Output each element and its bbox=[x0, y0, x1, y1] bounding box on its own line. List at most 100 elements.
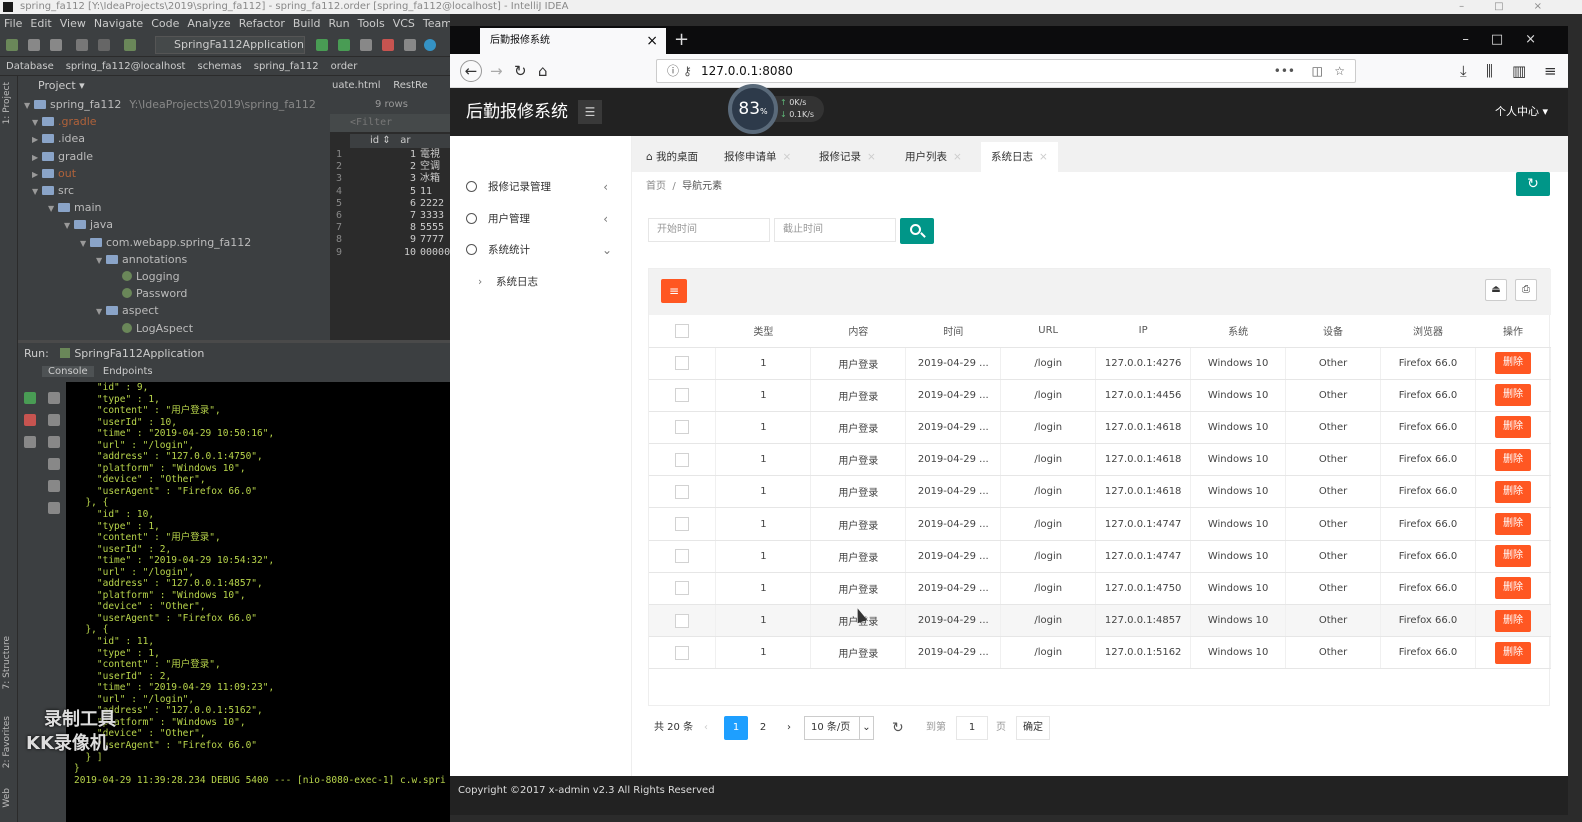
tree-node[interactable]: Password bbox=[112, 285, 187, 302]
stop-icon[interactable] bbox=[382, 39, 394, 51]
close-tab-icon[interactable]: × bbox=[1039, 151, 1048, 163]
close-tab-icon[interactable]: × bbox=[646, 28, 658, 54]
next-page-icon[interactable]: › bbox=[780, 716, 798, 740]
menu-item-edit[interactable]: Edit bbox=[26, 17, 55, 30]
table-row[interactable]: 1 用户登录 2019-04-29 .../login 127.0.0.1:4750 W… bbox=[649, 572, 1552, 606]
favorites-tool-label[interactable]: 2: Favorites bbox=[2, 716, 12, 768]
delete-button[interactable]: 删除 bbox=[1494, 416, 1531, 439]
trash-icon[interactable] bbox=[48, 502, 60, 514]
home-icon[interactable]: ⌂ bbox=[538, 61, 548, 81]
pocket-icon[interactable]: ◫ bbox=[1312, 60, 1323, 82]
db-row[interactable]: 8 9 7777 bbox=[330, 234, 450, 246]
menu-item-code[interactable]: Code bbox=[147, 17, 183, 30]
tree-expand-icon[interactable]: ▼ bbox=[96, 303, 106, 320]
refresh-button[interactable]: ↻ bbox=[1516, 172, 1550, 196]
select-all-checkbox[interactable] bbox=[675, 323, 690, 338]
tree-node[interactable]: ▶ .idea bbox=[32, 130, 85, 147]
tree-node[interactable]: ▶ out bbox=[32, 165, 76, 182]
close-tab-icon[interactable]: × bbox=[783, 151, 792, 163]
run-config-select[interactable]: SpringFa112Application ▾ bbox=[155, 36, 305, 67]
db-row[interactable]: 6 7 3333 bbox=[330, 210, 450, 222]
delete-button[interactable]: 删除 bbox=[1494, 352, 1531, 375]
row-checkbox[interactable] bbox=[675, 452, 690, 467]
stop-icon[interactable] bbox=[24, 414, 36, 426]
table-row[interactable]: 1 用户登录 2019-04-29 .../login 127.0.0.1:4276 W… bbox=[649, 347, 1552, 380]
tree-expand-icon[interactable]: ▶ bbox=[32, 149, 42, 166]
menu-item-file[interactable]: File bbox=[0, 17, 26, 30]
row-checkbox[interactable] bbox=[675, 420, 690, 435]
rerun-icon[interactable] bbox=[24, 392, 36, 404]
tree-expand-icon[interactable]: ▶ bbox=[32, 131, 42, 148]
save-icon[interactable] bbox=[28, 39, 40, 51]
scroll-end-icon[interactable] bbox=[48, 458, 60, 470]
debug-icon[interactable] bbox=[338, 39, 350, 51]
menu-item-run[interactable]: Run bbox=[325, 17, 354, 30]
table-row[interactable]: 1 用户登录 2019-04-29 .../login 127.0.0.1:4747 W… bbox=[649, 507, 1552, 541]
menu-item-build[interactable]: Build bbox=[289, 17, 325, 30]
menu-item-teamcity[interactable]: TeamCity bbox=[419, 17, 450, 30]
open-icon[interactable] bbox=[6, 39, 18, 51]
menu-item-tools[interactable]: Tools bbox=[354, 17, 389, 30]
nav-crumb[interactable]: spring_fa112@localhost bbox=[60, 61, 192, 72]
db-row[interactable]: 1 1 電視 bbox=[330, 149, 450, 161]
sidebar-item-users[interactable]: 用户管理 ‹ bbox=[450, 204, 632, 234]
page-actions-icon[interactable]: ••• bbox=[1274, 60, 1295, 82]
tree-node[interactable]: LogAspect bbox=[112, 320, 193, 337]
run-icon[interactable] bbox=[316, 39, 328, 51]
tab-repair-request[interactable]: 报修申请单 × bbox=[714, 142, 802, 172]
tree-node[interactable]: ▼ com.webapp.spring_fa112 bbox=[80, 234, 251, 251]
browser-window-controls[interactable]: –□× bbox=[1462, 26, 1558, 54]
search-button[interactable] bbox=[900, 218, 934, 244]
bookmark-star-icon[interactable]: ☆ bbox=[1334, 60, 1345, 82]
confirm-page-button[interactable]: 确定 bbox=[1016, 716, 1050, 740]
db-col-id[interactable]: id bbox=[370, 135, 379, 146]
new-tab-icon[interactable]: + bbox=[674, 26, 689, 54]
tree-node[interactable]: ▶ gradle bbox=[32, 148, 93, 165]
db-row[interactable]: 9 10 00000 bbox=[330, 247, 450, 259]
ide-window-controls[interactable]: –□× bbox=[1459, 0, 1572, 14]
row-checkbox[interactable] bbox=[675, 356, 690, 371]
tree-expand-icon[interactable]: ▼ bbox=[48, 200, 58, 217]
db-row[interactable]: 7 8 5555 bbox=[330, 222, 450, 234]
delete-button[interactable]: 删除 bbox=[1494, 384, 1531, 407]
nav-crumb[interactable]: schemas bbox=[191, 61, 247, 72]
delete-button[interactable]: 删除 bbox=[1494, 545, 1531, 568]
run-app-tab[interactable]: SpringFa112Application bbox=[74, 347, 204, 360]
row-checkbox[interactable] bbox=[675, 388, 690, 403]
goto-page-input[interactable]: 1 bbox=[956, 716, 988, 740]
close-tab-icon[interactable]: × bbox=[953, 151, 962, 163]
sidebar-item-statistics[interactable]: 系统统计 ⌄ bbox=[450, 235, 632, 265]
row-checkbox[interactable] bbox=[675, 645, 690, 660]
close-tab-icon[interactable]: × bbox=[867, 151, 876, 163]
tree-node[interactable]: Logging bbox=[112, 268, 180, 285]
row-checkbox[interactable] bbox=[675, 613, 690, 628]
tree-node[interactable]: ▼ .gradle bbox=[32, 113, 97, 130]
structure-icon[interactable] bbox=[404, 39, 416, 51]
tree-expand-icon[interactable]: ▼ bbox=[80, 235, 90, 252]
table-row[interactable]: 1 用户登录 2019-04-29 .../login 127.0.0.1:4618 W… bbox=[649, 411, 1552, 445]
tree-expand-icon[interactable]: ▶ bbox=[32, 166, 42, 183]
back-icon[interactable] bbox=[76, 39, 88, 51]
page-size-select[interactable]: 10 条/页 ⌄ bbox=[804, 716, 874, 740]
menu-item-navigate[interactable]: Navigate bbox=[90, 17, 147, 30]
hamburger-menu-icon[interactable]: ≡ bbox=[1544, 61, 1557, 81]
table-row[interactable]: 1 用户登录 2019-04-29 .../login 127.0.0.1:4618 W… bbox=[649, 443, 1552, 477]
table-row[interactable]: 1 用户登录 2019-04-29 .../login 127.0.0.1:5162 W… bbox=[649, 636, 1552, 670]
breadcrumb-home[interactable]: 首页 bbox=[646, 181, 666, 192]
nav-crumb[interactable]: order bbox=[325, 61, 364, 72]
forward-icon[interactable] bbox=[98, 39, 110, 51]
tree-expand-icon[interactable]: ▼ bbox=[96, 252, 106, 269]
nav-crumb[interactable]: Database bbox=[0, 61, 60, 72]
address-bar[interactable]: ⓘ ⚷ 127.0.0.1:8080 ••• ◫ ☆ bbox=[656, 59, 1356, 83]
menu-toggle-icon[interactable]: ☰ bbox=[578, 100, 602, 124]
tree-expand-icon[interactable]: ▼ bbox=[24, 97, 34, 114]
menu-item-view[interactable]: View bbox=[56, 17, 90, 30]
back-icon[interactable]: ← bbox=[460, 60, 482, 82]
tab-my-desktop[interactable]: ⌂ 我的桌面 bbox=[636, 142, 709, 172]
table-row[interactable]: 1 用户登录 2019-04-29 .../login 127.0.0.1:4618 W… bbox=[649, 475, 1552, 509]
tab-system-log[interactable]: 系统日志 × bbox=[981, 142, 1058, 172]
table-row[interactable]: 1 用户登录 2019-04-29 .../login 127.0.0.1:4456 W… bbox=[649, 379, 1552, 412]
row-checkbox[interactable] bbox=[675, 484, 690, 499]
print-icon[interactable] bbox=[48, 480, 60, 492]
structure-tool-label[interactable]: 7: Structure bbox=[2, 636, 12, 690]
